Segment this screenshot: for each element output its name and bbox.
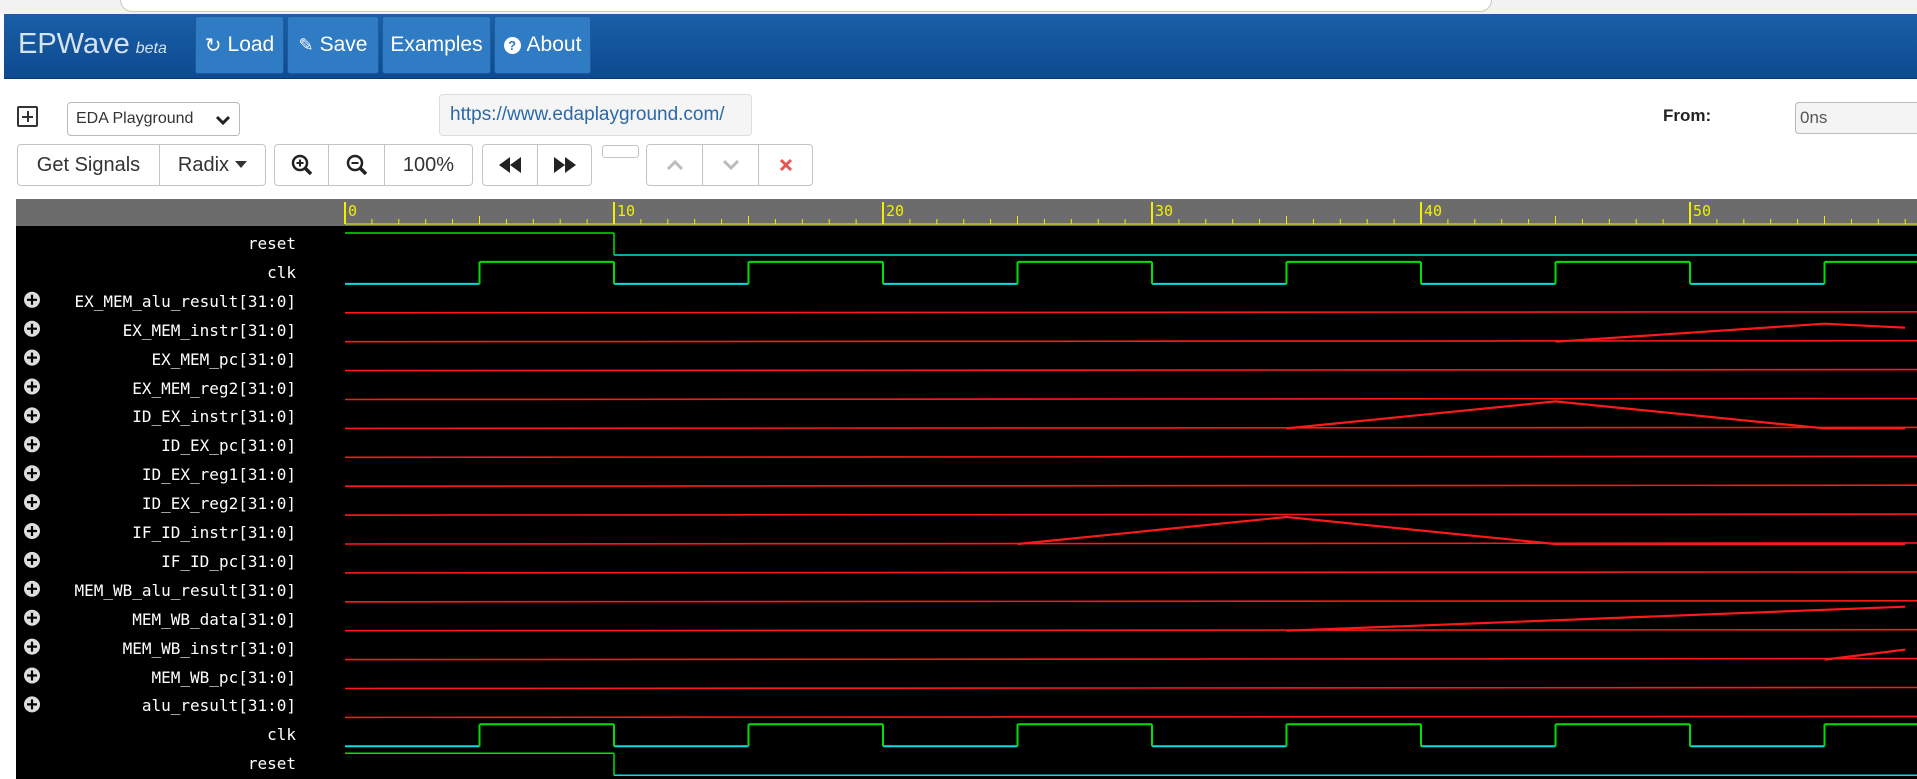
signal-label[interactable]: MEM_WB_alu_result[31:0] xyxy=(36,581,296,600)
signal-label[interactable]: alu_result[31:0] xyxy=(36,696,296,715)
signal-label[interactable]: MEM_WB_pc[31:0] xyxy=(36,668,297,687)
bus-trace xyxy=(344,686,1917,690)
signal-label[interactable]: clk xyxy=(36,725,296,744)
signal-label[interactable]: EX_MEM_instr[31:0] xyxy=(36,321,296,340)
bus-trace xyxy=(344,426,1917,430)
if-id-instr-trace xyxy=(1017,515,1906,546)
signal-label[interactable]: MEM_WB_data[31:0] xyxy=(36,610,296,629)
bus-trace xyxy=(344,571,1917,574)
bus-trace xyxy=(344,310,1917,314)
bus-trace xyxy=(344,657,1917,661)
bus-trace xyxy=(344,628,1917,632)
signal-label[interactable]: EX_MEM_pc[31:0] xyxy=(36,350,297,369)
ruler-tick-label: 50 xyxy=(1693,202,1711,220)
bus-trace xyxy=(344,715,1917,719)
signal-label[interactable]: EX_MEM_reg2[31:0] xyxy=(36,379,296,398)
signal-label[interactable]: ID_EX_pc[31:0] xyxy=(36,436,296,455)
signal-label[interactable]: clk xyxy=(36,263,296,282)
ruler-tick-label: 20 xyxy=(886,202,904,220)
signal-label[interactable]: reset xyxy=(36,754,296,773)
bus-trace xyxy=(344,368,1917,372)
ruler-tick-label: 0 xyxy=(348,202,357,220)
bus-trace xyxy=(344,513,1917,516)
mem-wb-data-trace xyxy=(1286,605,1906,632)
signal-label[interactable]: IF_ID_pc[31:0] xyxy=(36,552,296,571)
ex-mem-instr-trace xyxy=(1555,322,1906,343)
signal-label[interactable]: ID_EX_reg1[31:0] xyxy=(36,465,296,484)
bus-trace xyxy=(344,455,1917,459)
signal-label[interactable]: ID_EX_reg2[31:0] xyxy=(36,494,296,513)
bus-trace xyxy=(344,339,1917,343)
signal-label[interactable]: ID_EX_instr[31:0] xyxy=(36,407,296,426)
id-ex-instr-trace xyxy=(1286,400,1906,430)
signal-label[interactable]: IF_ID_instr[31:0] xyxy=(36,523,296,542)
ruler-tick-label: 30 xyxy=(1155,202,1173,220)
signal-label[interactable]: reset xyxy=(36,234,296,253)
signal-label[interactable]: MEM_WB_instr[31:0] xyxy=(36,639,296,658)
bus-trace xyxy=(344,397,1917,401)
ruler-tick-label: 40 xyxy=(1424,202,1442,220)
bus-trace xyxy=(344,599,1917,603)
ruler-tick-label: 10 xyxy=(617,202,635,220)
bus-trace xyxy=(344,484,1917,488)
signal-label[interactable]: EX_MEM_alu_result[31:0] xyxy=(36,292,296,311)
